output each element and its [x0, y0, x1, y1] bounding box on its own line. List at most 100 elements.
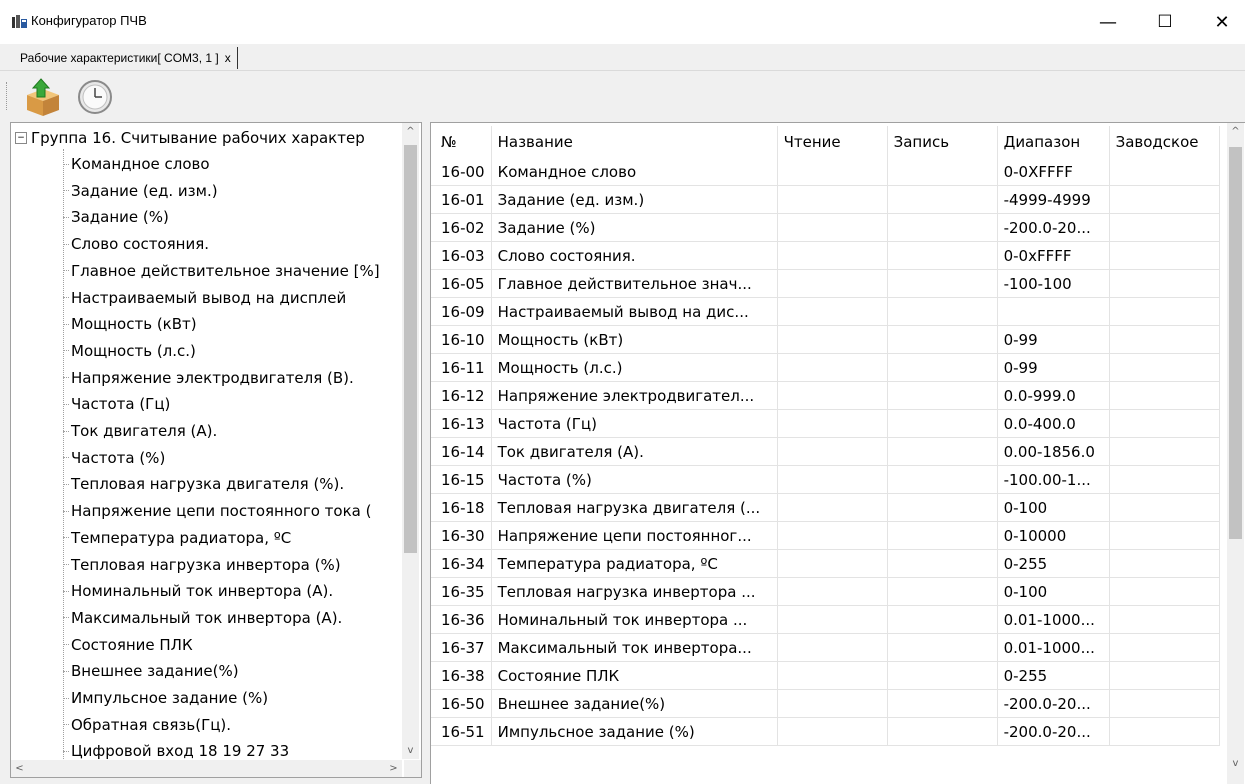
table-cell[interactable]: [777, 521, 888, 550]
table-cell[interactable]: [777, 577, 888, 606]
scroll-thumb[interactable]: [404, 145, 417, 553]
tree-item[interactable]: Максимальный ток инвертора (А).: [63, 606, 342, 630]
table-cell[interactable]: 0.00-1856.0: [997, 437, 1110, 466]
tree-item[interactable]: Мощность (л.с.): [63, 339, 196, 363]
table-cell[interactable]: [1109, 717, 1220, 746]
tree-vertical-scrollbar[interactable]: ^ v: [402, 123, 419, 759]
table-cell[interactable]: Тепловая нагрузка инвертора ...: [491, 577, 778, 606]
table-cell[interactable]: 0-0XFFFF: [997, 158, 1110, 186]
table-cell[interactable]: [1109, 493, 1220, 522]
table-cell[interactable]: 16-01: [431, 185, 492, 214]
table-cell[interactable]: [887, 521, 998, 550]
tab-work-characteristics[interactable]: Рабочие характеристики[ COM3, 1 ] x: [20, 47, 238, 69]
table-cell[interactable]: 16-05: [431, 269, 492, 298]
table-cell[interactable]: 0-255: [997, 549, 1110, 578]
scroll-thumb[interactable]: [1229, 147, 1242, 539]
tree-item[interactable]: Цифровой вход 18 19 27 33: [63, 739, 289, 759]
table-cell[interactable]: Мощность (л.с.): [491, 353, 778, 382]
table-cell[interactable]: 16-34: [431, 549, 492, 578]
table-cell[interactable]: Слово состояния.: [491, 241, 778, 270]
table-cell[interactable]: [1109, 605, 1220, 634]
table-cell[interactable]: 16-30: [431, 521, 492, 550]
maximize-button[interactable]: ☐: [1142, 0, 1188, 44]
table-cell[interactable]: [887, 269, 998, 298]
table-cell[interactable]: -100-100: [997, 269, 1110, 298]
tree-item[interactable]: Частота (Гц): [63, 392, 170, 416]
minimize-button[interactable]: —: [1085, 0, 1131, 44]
table-cell[interactable]: [887, 689, 998, 718]
table-cell[interactable]: 0-99: [997, 353, 1110, 382]
table-row[interactable]: 16-18 Тепловая нагрузка двигателя (... 0-1…: [431, 493, 1220, 522]
table-cell[interactable]: [1109, 325, 1220, 354]
tree-group-16[interactable]: − Группа 16. Считывание рабочих характер: [15, 126, 365, 150]
table-row[interactable]: 16-05 Главное действительное знач... -100-…: [431, 269, 1220, 298]
column-header[interactable]: Заводское: [1109, 126, 1220, 158]
table-cell[interactable]: 0-255: [997, 661, 1110, 690]
table-cell[interactable]: 16-35: [431, 577, 492, 606]
table-cell[interactable]: [777, 549, 888, 578]
table-row[interactable]: 16-10 Мощность (кВт) 0-99: [431, 325, 1220, 354]
table-cell[interactable]: [1109, 437, 1220, 466]
tree-item[interactable]: Ток двигателя (А).: [63, 419, 217, 443]
tab-close-button[interactable]: x: [225, 47, 231, 69]
table-cell[interactable]: [887, 493, 998, 522]
table-cell[interactable]: [777, 381, 888, 410]
table-cell[interactable]: Температура радиатора, ºС: [491, 549, 778, 578]
table-cell[interactable]: 16-12: [431, 381, 492, 410]
table-cell[interactable]: [777, 353, 888, 382]
table-cell[interactable]: 16-02: [431, 213, 492, 242]
table-cell[interactable]: -4999-4999: [997, 185, 1110, 214]
table-row[interactable]: 16-30 Напряжение цепи постоянног... 0-1000…: [431, 521, 1220, 550]
table-cell[interactable]: [777, 493, 888, 522]
table-cell[interactable]: Главное действительное знач...: [491, 269, 778, 298]
table-cell[interactable]: [887, 325, 998, 354]
table-cell[interactable]: 16-15: [431, 465, 492, 494]
table-cell[interactable]: [1109, 577, 1220, 606]
tree-item[interactable]: Частота (%): [63, 446, 165, 470]
table-cell[interactable]: [777, 269, 888, 298]
table-cell[interactable]: 0.0-999.0: [997, 381, 1110, 410]
table-row[interactable]: 16-50 Внешнее задание(%) -200.0-20...: [431, 689, 1220, 718]
table-cell[interactable]: 16-13: [431, 409, 492, 438]
grid-vertical-scrollbar[interactable]: ^ v: [1227, 123, 1244, 784]
tree-item[interactable]: Импульсное задание (%): [63, 686, 268, 710]
tree-item[interactable]: Тепловая нагрузка двигателя (%).: [63, 472, 344, 496]
table-cell[interactable]: [777, 717, 888, 746]
table-cell[interactable]: [777, 325, 888, 354]
table-cell[interactable]: [777, 241, 888, 270]
tree-item[interactable]: Состояние ПЛК: [63, 633, 193, 657]
table-cell[interactable]: 0-10000: [997, 521, 1110, 550]
table-cell[interactable]: [1109, 269, 1220, 298]
table-cell[interactable]: [777, 185, 888, 214]
table-cell[interactable]: 0.0-400.0: [997, 409, 1110, 438]
table-cell[interactable]: -100.00-1...: [997, 465, 1110, 494]
tree-item[interactable]: Напряжение электродвигателя (В).: [63, 366, 354, 390]
parameter-tree[interactable]: − Группа 16. Считывание рабочих характер…: [10, 122, 422, 778]
table-row[interactable]: 16-02 Задание (%) -200.0-20...: [431, 213, 1220, 242]
table-cell[interactable]: Частота (Гц): [491, 409, 778, 438]
table-cell[interactable]: [887, 717, 998, 746]
table-cell[interactable]: 0.01-1000...: [997, 605, 1110, 634]
table-cell[interactable]: -200.0-20...: [997, 717, 1110, 746]
table-row[interactable]: 16-35 Тепловая нагрузка инвертора ... 0-10…: [431, 577, 1220, 606]
table-cell[interactable]: 16-00: [431, 158, 492, 186]
table-cell[interactable]: Состояние ПЛК: [491, 661, 778, 690]
column-header[interactable]: Название: [491, 126, 778, 158]
table-cell[interactable]: Импульсное задание (%): [491, 717, 778, 746]
table-row[interactable]: 16-37 Максимальный ток инвертора... 0.01-1…: [431, 633, 1220, 662]
collapse-icon[interactable]: −: [15, 132, 27, 144]
table-cell[interactable]: 0-0xFFFF: [997, 241, 1110, 270]
table-cell[interactable]: [887, 185, 998, 214]
table-cell[interactable]: [887, 605, 998, 634]
scroll-up-icon[interactable]: ^: [402, 123, 419, 140]
tree-item[interactable]: Внешнее задание(%): [63, 659, 239, 683]
scroll-right-icon[interactable]: >: [385, 760, 402, 777]
table-cell[interactable]: [1109, 353, 1220, 382]
table-cell[interactable]: [887, 158, 998, 186]
table-cell[interactable]: [777, 437, 888, 466]
table-cell[interactable]: [1109, 213, 1220, 242]
close-button[interactable]: ✕: [1199, 0, 1245, 44]
column-header[interactable]: Запись: [887, 126, 998, 158]
table-cell[interactable]: 16-03: [431, 241, 492, 270]
table-cell[interactable]: [887, 577, 998, 606]
